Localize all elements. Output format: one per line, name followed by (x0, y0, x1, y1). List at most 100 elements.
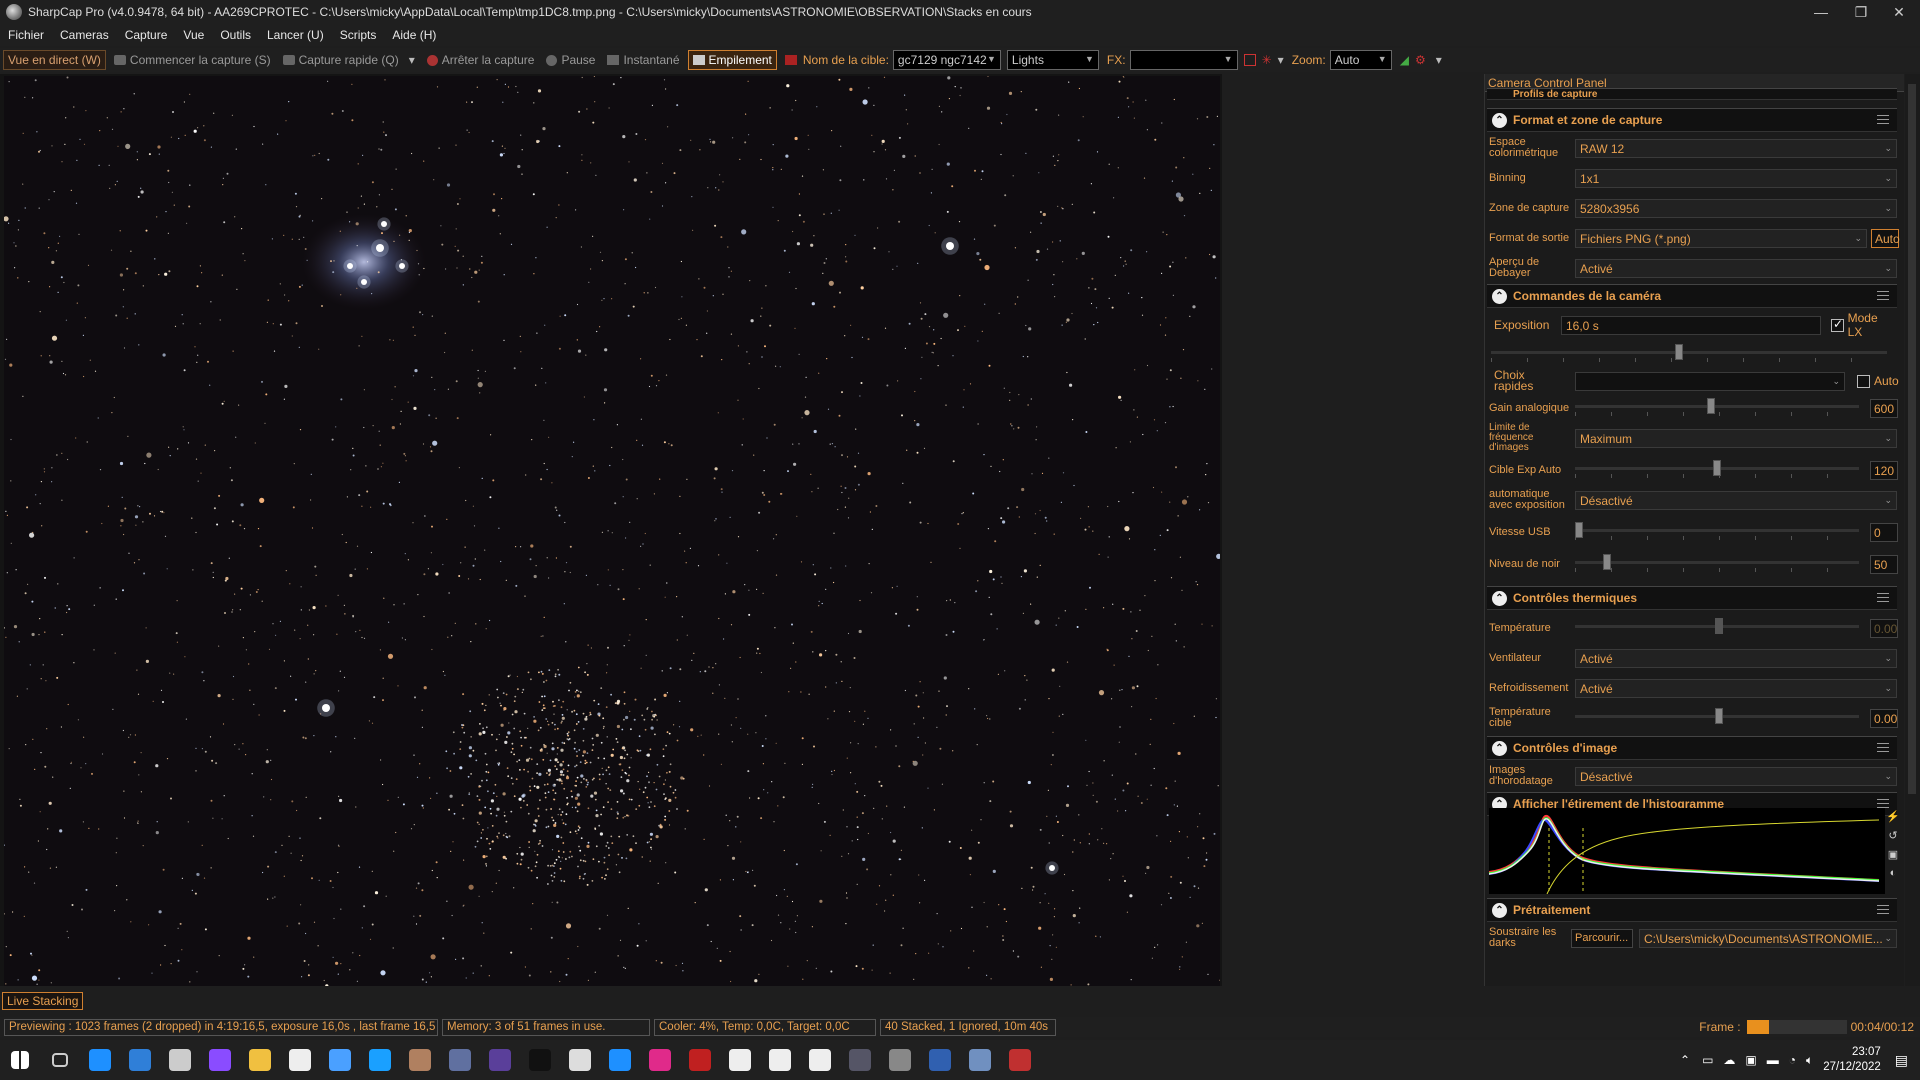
notifications-icon[interactable]: ▤ (1895, 1052, 1908, 1069)
section-thermal[interactable]: ⌃ Contrôles thermiques (1487, 586, 1897, 610)
chevron-down-icon[interactable]: ▾ (409, 53, 415, 67)
auto-target-input[interactable]: 120 (1870, 460, 1898, 480)
slider-thumb[interactable] (1575, 522, 1583, 538)
slider-thumb[interactable] (1603, 554, 1611, 570)
exposure-input[interactable]: 16,0 s (1561, 315, 1821, 335)
usb-speed-slider[interactable] (1575, 522, 1859, 542)
fx-select[interactable]: ▼ (1129, 50, 1238, 70)
siril-icon[interactable] (720, 1040, 760, 1080)
display-icon[interactable]: ▣ (1745, 1053, 1756, 1067)
histogram-display[interactable] (1488, 808, 1885, 895)
section-menu-icon[interactable] (1877, 799, 1889, 808)
pixinsight-icon[interactable] (520, 1040, 560, 1080)
sky-icon[interactable] (400, 1040, 440, 1080)
debayer-select[interactable]: Activé ⌄ (1575, 258, 1897, 278)
chevron-down-icon[interactable]: ▾ (1278, 53, 1284, 67)
lx-mode-checkbox[interactable]: Mode LX (1831, 311, 1894, 339)
section-menu-icon[interactable] (1877, 743, 1889, 752)
color-space-select[interactable]: RAW 12 ⌄ (1575, 138, 1897, 158)
close-button[interactable]: ✕ (1876, 0, 1920, 24)
reset-icon[interactable]: ↺ (1888, 829, 1897, 842)
output-format-select[interactable]: Fichiers PNG (*.png) ⌄ (1575, 228, 1867, 248)
task-view-icon[interactable] (40, 1040, 80, 1080)
photo-icon[interactable] (440, 1040, 480, 1080)
f-icon[interactable] (760, 1040, 800, 1080)
messenger-icon[interactable] (200, 1040, 240, 1080)
black-level-input[interactable]: 50 (1870, 554, 1898, 574)
menu-aide[interactable]: Aide (H) (384, 28, 444, 42)
target-temp-input[interactable]: 0.00 (1870, 708, 1898, 728)
slider-thumb[interactable] (1707, 398, 1715, 414)
quick-choice-select[interactable]: ⌄ (1575, 371, 1845, 391)
browser-icon[interactable] (320, 1040, 360, 1080)
volume-icon[interactable]: 🔈︎ (1806, 1053, 1813, 1068)
binning-select[interactable]: 1x1 ⌄ (1575, 168, 1897, 188)
explorer-icon[interactable] (240, 1040, 280, 1080)
menu-scripts[interactable]: Scripts (332, 28, 385, 42)
collapse-icon[interactable]: ⌃ (1492, 902, 1507, 918)
frame-type-select[interactable]: Lights ▼ (1006, 50, 1099, 70)
sharpcap-icon[interactable] (880, 1040, 920, 1080)
slider-thumb[interactable] (1713, 460, 1721, 476)
browse-button[interactable]: Parcourir... (1571, 928, 1633, 948)
battery-icon[interactable]: ▬ (1767, 1053, 1779, 1067)
section-menu-icon[interactable] (1877, 905, 1889, 914)
mail-icon[interactable] (120, 1040, 160, 1080)
star-icon[interactable] (840, 1040, 880, 1080)
collapse-icon[interactable]: ⌃ (1492, 740, 1507, 756)
comet-icon[interactable] (680, 1040, 720, 1080)
settings-icon[interactable]: ⚙ (1415, 53, 1426, 67)
edge-icon[interactable] (80, 1040, 120, 1080)
panel-scrollbar[interactable] (1905, 74, 1920, 986)
window-icon[interactable] (560, 1040, 600, 1080)
menu-fichier[interactable]: Fichier (0, 28, 52, 42)
darks-path-select[interactable]: C:\Users\micky\Documents\ASTRONOMIE... ⌄ (1639, 928, 1897, 948)
telescope-icon[interactable] (1000, 1040, 1040, 1080)
onedrive-icon[interactable]: ☁ (1723, 1053, 1735, 1067)
notepad-icon[interactable] (280, 1040, 320, 1080)
slider-thumb[interactable] (1675, 344, 1683, 360)
logo-icon[interactable] (800, 1040, 840, 1080)
asterisk-icon[interactable] (600, 1040, 640, 1080)
section-menu-icon[interactable] (1877, 291, 1889, 300)
auto-exposure-select[interactable]: Désactivé ⌄ (1575, 490, 1897, 510)
black-level-slider[interactable] (1575, 554, 1859, 574)
network-icon[interactable]: ▭ (1702, 1053, 1713, 1067)
menu-capture[interactable]: Capture (117, 28, 176, 42)
slider-thumb[interactable] (1715, 708, 1723, 724)
auto-target-slider[interactable] (1575, 460, 1859, 480)
contrast-icon[interactable]: ◐ (1890, 867, 1897, 879)
chevron-down-icon[interactable]: ▾ (1436, 53, 1442, 67)
fps-select[interactable]: Maximum ⌄ (1575, 428, 1897, 448)
gain-slider[interactable] (1575, 398, 1859, 418)
stacking-button[interactable]: Empilement (687, 50, 777, 70)
histogram-icon[interactable]: ◢ (1400, 53, 1409, 67)
exposure-slider[interactable] (1491, 344, 1887, 364)
quick-capture-button[interactable]: Capture rapide (Q) ▾ (279, 50, 419, 70)
section-menu-icon[interactable] (1877, 593, 1889, 602)
reticle-icon[interactable] (1243, 54, 1256, 66)
image-viewport[interactable] (0, 74, 1222, 986)
output-auto-button[interactable]: Auto (1871, 228, 1900, 248)
section-image-controls[interactable]: ⌃ Contrôles d'image (1487, 736, 1897, 760)
grid-icon[interactable] (640, 1040, 680, 1080)
menu-lancer[interactable]: Lancer (U) (259, 28, 332, 42)
menu-cameras[interactable]: Cameras (52, 28, 117, 42)
image-icon[interactable] (960, 1040, 1000, 1080)
chat-icon[interactable] (360, 1040, 400, 1080)
collapse-icon[interactable]: ⌃ (1492, 590, 1507, 606)
auto-stretch-icon[interactable]: ⚡ (1886, 810, 1900, 823)
wifi-icon[interactable]: ◔ (1789, 1053, 1796, 1067)
scrollbar-thumb[interactable] (1908, 84, 1916, 794)
pause-button[interactable]: Pause (542, 50, 599, 70)
stop-capture-button[interactable]: Arrêter la capture (423, 50, 539, 70)
zoom-select[interactable]: Auto ▼ (1329, 50, 1392, 70)
start-icon[interactable] (0, 1040, 40, 1080)
capture-area-select[interactable]: 5280x3956 ⌄ (1575, 198, 1897, 218)
section-format[interactable]: ⌃ Format et zone de capture (1487, 108, 1897, 132)
clock[interactable]: 23:07 27/12/2022 (1823, 1045, 1881, 1075)
menu-outils[interactable]: Outils (212, 28, 259, 42)
collapse-icon[interactable]: ⌃ (1492, 112, 1507, 128)
cooling-select[interactable]: Activé ⌄ (1575, 678, 1897, 698)
start-capture-button[interactable]: Commencer la capture (S) (110, 50, 275, 70)
